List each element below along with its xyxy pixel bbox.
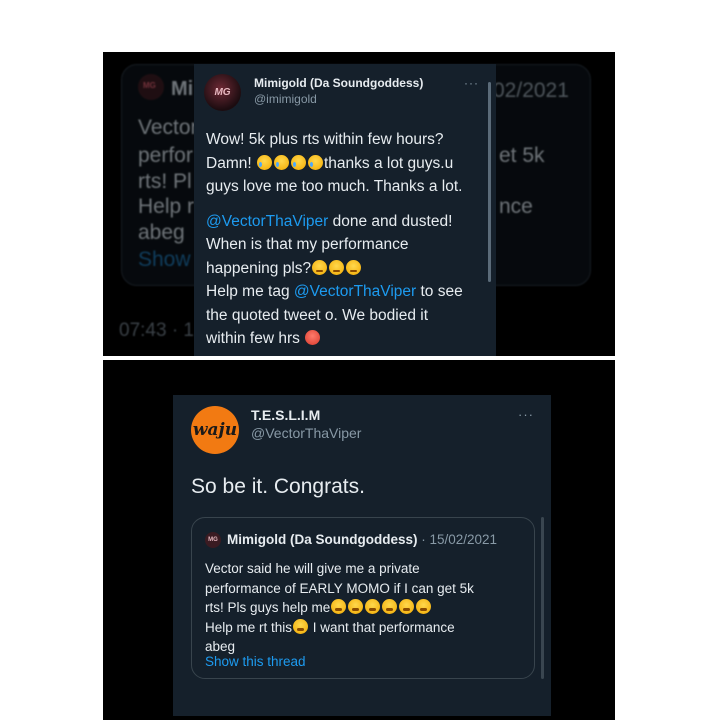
tweet-fragment: done and dusted!: [328, 212, 453, 230]
quoted-line: performance of EARLY MOMO if I can get 5…: [205, 580, 474, 596]
more-options-icon[interactable]: ···: [518, 407, 534, 422]
quoted-tweet-card[interactable]: MG Mimigold (Da Soundgoddess) · 15/02/20…: [191, 517, 535, 679]
show-this-thread-link[interactable]: Show this thread: [205, 654, 306, 669]
tweet-fragment: to see: [416, 283, 463, 300]
weary-face-emoji-icon: [331, 599, 347, 614]
tweet-line: Wow! 5k plus rts within few hours?: [206, 131, 444, 148]
reply-tweet: waju T.E.S.L.I.M @VectorThaViper ··· So …: [173, 395, 551, 716]
background-author-name: Mi: [171, 78, 194, 100]
loudly-crying-emoji-icon: [273, 154, 289, 170]
background-avatar: [138, 74, 164, 100]
author-name[interactable]: Mimigold (Da Soundgoddess): [254, 76, 423, 90]
loudly-crying-emoji-icon: [290, 154, 306, 170]
background-right-line-2: nce: [499, 195, 533, 218]
loudly-crying-emoji-icon: [256, 154, 272, 170]
quoted-avatar: MG: [205, 532, 221, 548]
weary-face-emoji-icon: [416, 599, 432, 614]
tweet-fragment: happening pls?: [206, 259, 312, 277]
tweet-line: @VectorThaViper done and dusted!: [206, 210, 488, 234]
background-right-line-1: et 5k: [499, 144, 545, 167]
tweet-fragment: thanks a lot guys.u: [323, 154, 454, 172]
tweet-fragment: Help me tag: [206, 283, 294, 300]
more-options-icon[interactable]: ···: [464, 76, 479, 90]
tweet-fragment: within few hrs: [206, 330, 300, 347]
background-line-3: rts! Pl: [138, 170, 192, 193]
author-handle[interactable]: @imimigold: [254, 92, 317, 106]
quoted-date: · 15/02/2021: [417, 532, 498, 547]
quoted-line: Help me rt this I want that performance: [205, 618, 525, 638]
tweet-line: happening pls?: [206, 257, 488, 281]
avatar[interactable]: MG: [204, 74, 241, 111]
background-line-2: perfor: [138, 144, 193, 167]
background-timestamp: 07:43 · 1: [119, 320, 194, 341]
quoted-fragment: rts! Pls guys help me: [205, 600, 331, 615]
pouting-face-emoji-icon: [305, 330, 321, 345]
weary-face-emoji-icon: [365, 599, 381, 614]
weary-face-emoji-icon: [293, 618, 309, 634]
tweet-line: When is that my performance: [206, 236, 409, 253]
bottom-screenshot-panel: waju T.E.S.L.I.M @VectorThaViper ··· So …: [103, 360, 615, 720]
weary-face-emoji-icon: [348, 599, 364, 614]
background-line-1: Vector: [138, 116, 198, 139]
author-name[interactable]: T.E.S.L.I.M: [251, 407, 320, 423]
tweet-line: within few hrs: [206, 327, 488, 351]
quoted-fragment: Help me rt this: [205, 619, 293, 635]
author-handle[interactable]: @VectorThaViper: [251, 425, 361, 441]
quoted-line: rts! Pls guys help me: [205, 598, 525, 618]
relieved-emoji-icon: [312, 259, 328, 275]
background-line-4: Help r: [138, 195, 195, 218]
mention-link[interactable]: @VectorThaViper: [206, 213, 328, 230]
tweet-line: guys love me too much. Thanks a lot.: [206, 178, 463, 195]
overlay-tweet: MG Mimigold (Da Soundgoddess) @imimigold…: [194, 64, 496, 356]
tweet-text: So be it. Congrats.: [191, 475, 365, 498]
quoted-author-name: Mimigold (Da Soundgoddess): [227, 532, 418, 547]
background-show-link[interactable]: Show: [138, 248, 191, 272]
tweet-fragment: Damn!: [206, 154, 252, 172]
weary-face-emoji-icon: [399, 599, 415, 614]
relieved-emoji-icon: [329, 259, 345, 275]
quoted-text: Vector said he will give me a private pe…: [205, 559, 525, 657]
quoted-header: Mimigold (Da Soundgoddess) · 15/02/2021: [227, 532, 497, 547]
scrollbar[interactable]: [488, 82, 491, 282]
tweet-text: Wow! 5k plus rts within few hours? Damn!…: [206, 128, 488, 351]
tweet-line: Help me tag @VectorThaViper to see: [206, 280, 488, 304]
tweet-line: Damn! thanks a lot guys.u: [206, 152, 488, 176]
background-date: 02/2021: [493, 79, 569, 102]
tweet-line: the quoted tweet o. We bodied it: [206, 306, 429, 324]
scrollbar[interactable]: [541, 517, 544, 679]
top-screenshot-panel: Mi 02/2021 Vector perfor rts! Pl Help r …: [103, 52, 615, 356]
quoted-line: Vector said he will give me a private: [205, 561, 420, 576]
relieved-emoji-icon: [346, 259, 362, 275]
loudly-crying-emoji-icon: [307, 154, 323, 170]
avatar[interactable]: waju: [191, 406, 239, 454]
mention-link[interactable]: @VectorThaViper: [294, 283, 416, 300]
quoted-fragment: I want that performance: [309, 619, 455, 635]
background-line-5: abeg: [138, 221, 185, 244]
weary-face-emoji-icon: [382, 599, 398, 614]
